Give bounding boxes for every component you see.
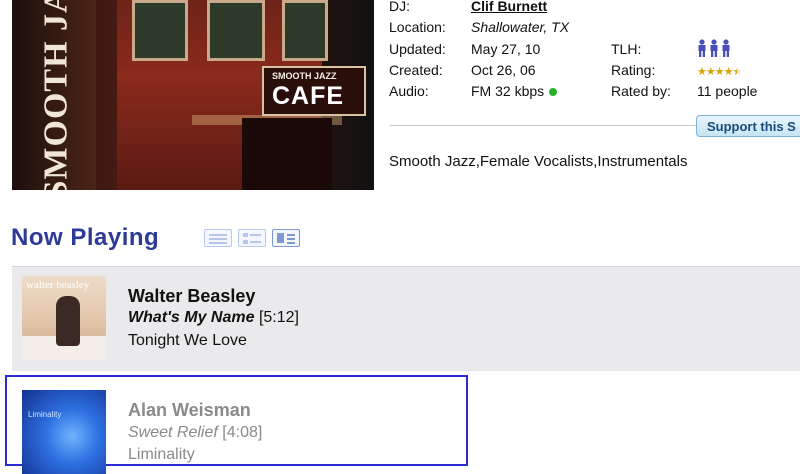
audio-value: FM 32 kbps: [471, 83, 558, 99]
rating-star-icon: ★: [705, 66, 716, 78]
album-cover-image: walter beasley: [22, 276, 106, 360]
updated-value: May 27, 10: [471, 41, 541, 57]
updated-label: Updated:: [389, 41, 446, 57]
audio-bitrate: FM 32 kbps: [471, 83, 545, 99]
rating-star-icon: ★: [732, 66, 743, 78]
station-artwork: SMOOTH JAZZ CAFE SMOOTH JAZZ CAFE: [12, 0, 374, 190]
rating-star-icon: ★: [697, 66, 707, 78]
list-view-icon[interactable]: [204, 229, 232, 247]
support-station-button[interactable]: Support this S: [696, 115, 800, 137]
rating-star-icon: ★: [714, 66, 725, 78]
track-song-title: Sweet Relief: [128, 424, 218, 441]
created-value: Oct 26, 06: [471, 62, 536, 78]
rating-label: Rating:: [611, 62, 656, 78]
location-value: Shallowater, TX: [471, 19, 570, 35]
track-artist: Alan Weisman: [128, 400, 251, 420]
track-duration: [4:08]: [222, 424, 263, 441]
track-song: What's My Name [5:12]: [128, 309, 299, 327]
track-duration: [5:12]: [258, 309, 299, 326]
now-playing-heading: Now Playing: [11, 224, 160, 251]
rated-by-value: 11 people: [697, 83, 758, 99]
track-song-title: What's My Name: [128, 309, 255, 326]
audio-label: Audio:: [389, 83, 429, 99]
album-cover-image: Liminality: [22, 390, 106, 474]
track-album: Liminality: [128, 446, 195, 463]
artwork-vertical-text: SMOOTH JAZZ CAFE: [37, 0, 75, 190]
track-artist: Walter Beasley: [128, 286, 256, 306]
dj-label: DJ:: [389, 0, 410, 14]
detail-view-icon[interactable]: [238, 229, 266, 247]
rating-stars-icon: ★★★★★: [697, 62, 743, 80]
genre-list: Smooth Jazz,Female Vocalists,Instrumenta…: [389, 153, 688, 170]
people-icon: [697, 39, 731, 57]
audio-status-icon: [549, 88, 558, 97]
rating-star-icon: ★: [723, 66, 734, 78]
track-song: Sweet Relief [4:08]: [128, 424, 262, 442]
location-label: Location:: [389, 19, 446, 35]
created-label: Created:: [389, 62, 443, 78]
cafe-sign: SMOOTH JAZZ CAFE: [262, 66, 366, 116]
tlh-label: TLH:: [611, 41, 642, 57]
dj-name-link[interactable]: Clif Burnett: [471, 0, 547, 14]
cover-view-icon[interactable]: [272, 229, 300, 247]
rated-by-label: Rated by:: [611, 83, 671, 99]
track-album: Tonight We Love: [128, 332, 247, 349]
